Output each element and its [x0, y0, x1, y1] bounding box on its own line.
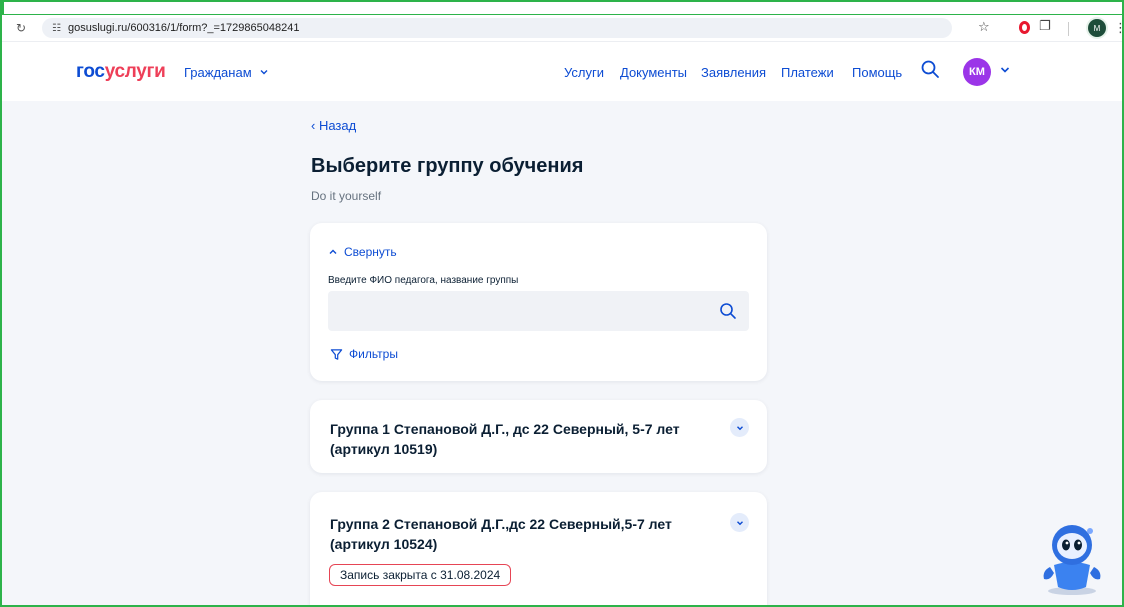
url-text[interactable]: gosuslugi.ru/600316/1/form?_=17298650482… — [68, 22, 300, 34]
browser-menu-icon[interactable]: ⋮ — [1114, 20, 1122, 36]
page-content: ‹ Назад Выберите группу обучения Do it y… — [2, 101, 1122, 605]
status-badge: Запись закрыта с 31.08.2024 — [329, 564, 512, 586]
toolbar-separator — [1068, 22, 1069, 36]
filter-icon — [330, 348, 343, 360]
chevron-down-icon — [260, 70, 268, 75]
site-header: госуслуги Гражданам Услуги Документы Зая… — [2, 41, 1122, 102]
search-input-label: Введите ФИО педагога, название группы — [328, 275, 519, 286]
filters-button[interactable]: Фильтры — [330, 347, 398, 361]
collapse-button[interactable]: Свернуть — [328, 245, 397, 259]
extensions-icon[interactable]: ❐ — [1039, 18, 1051, 34]
assistant-robot-icon[interactable] — [1040, 519, 1104, 597]
logo-part-2: услуги — [104, 61, 166, 82]
collapse-label: Свернуть — [344, 245, 397, 259]
search-icon[interactable] — [719, 302, 737, 320]
nav-applications[interactable]: Заявления — [701, 65, 766, 80]
search-input[interactable] — [328, 291, 708, 331]
gosuslugi-logo[interactable]: госуслуги — [76, 61, 166, 83]
expand-button[interactable] — [730, 513, 749, 532]
chevron-down-icon[interactable] — [999, 64, 1011, 76]
group-title: Группа 1 Степановой Д.Г., дс 22 Северный… — [330, 419, 690, 459]
filters-label: Фильтры — [349, 347, 398, 361]
group-card[interactable]: Группа 2 Степановой Д.Г.,дс 22 Северный,… — [310, 492, 767, 605]
group-title-line1: Группа 2 Степановой Д.Г.,дс 22 Северный,… — [330, 516, 672, 532]
address-bar[interactable]: ☷ gosuslugi.ru/600316/1/form?_=172986504… — [42, 18, 952, 38]
group-card[interactable]: Группа 1 Степановой Д.Г., дс 22 Северный… — [310, 400, 767, 473]
nav-help[interactable]: Помощь — [852, 65, 902, 80]
screen-frame: ↻ ☷ gosuslugi.ru/600316/1/form?_=1729865… — [0, 0, 1124, 607]
back-label: Назад — [318, 118, 357, 133]
search-field[interactable] — [328, 291, 749, 331]
page-subtitle: Do it yourself — [311, 189, 382, 203]
browser-toolbar: ↻ ☷ gosuslugi.ru/600316/1/form?_=1729865… — [2, 15, 1122, 41]
user-avatar[interactable]: КМ — [963, 58, 991, 86]
citizens-label: Гражданам — [184, 65, 252, 80]
group-title-line1: Группа 1 Степановой Д.Г., дс 22 Северный… — [330, 421, 680, 437]
group-title-line2: (артикул 10524) — [330, 536, 438, 552]
expand-button[interactable] — [730, 418, 749, 437]
search-card: Свернуть Введите ФИО педагога, название … — [310, 223, 767, 381]
citizens-menu[interactable]: Гражданам — [184, 65, 269, 80]
browser-profile-avatar[interactable]: M — [1088, 19, 1106, 37]
search-icon[interactable] — [920, 59, 940, 79]
reload-icon[interactable]: ↻ — [16, 21, 30, 35]
chevron-down-icon — [736, 520, 743, 525]
nav-payments[interactable]: Платежи — [781, 65, 834, 80]
tune-icon[interactable]: ☷ — [52, 23, 61, 34]
top-frame-strip — [2, 0, 1122, 15]
logo-part-1: гос — [76, 61, 105, 82]
group-title-line2: (артикул 10519) — [330, 441, 438, 457]
opera-extension-icon[interactable] — [1019, 21, 1030, 34]
bookmark-star-icon[interactable]: ☆ — [978, 19, 990, 35]
nav-services[interactable]: Услуги — [564, 65, 604, 80]
group-title: Группа 2 Степановой Д.Г.,дс 22 Северный,… — [330, 514, 690, 554]
chevron-left-icon: ‹ — [311, 118, 319, 133]
nav-documents[interactable]: Документы — [620, 65, 687, 80]
page-title: Выберите группу обучения — [311, 155, 584, 177]
back-link[interactable]: ‹ Назад — [311, 118, 356, 133]
chevron-up-icon — [329, 249, 337, 254]
chevron-down-icon — [736, 425, 743, 430]
